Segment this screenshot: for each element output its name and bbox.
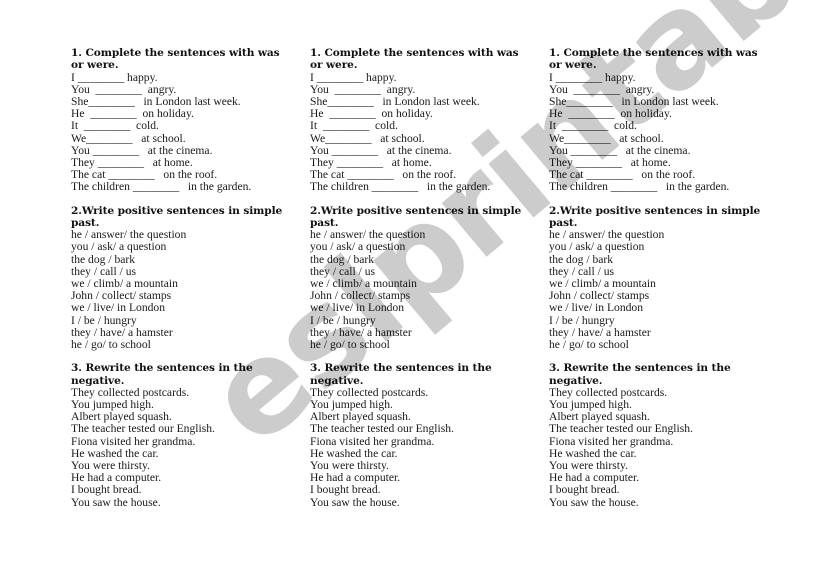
exercise-line: I / be / hungry [310,313,376,327]
exercise-line: we / live/ in London [310,301,405,315]
exercise-line: It ________ cold. [549,119,637,133]
exercise-line: we / live/ in London [71,301,166,315]
section-heading: 3. Rewrite the sentences in the negative… [310,362,492,387]
section-positive-simple-past: 2.Write positive sentences in simple pas… [71,205,286,352]
exercise-line: You saw the house. [549,495,639,509]
exercise-line: I / be / hungry [71,313,137,327]
exercise-line: You saw the house. [310,495,400,509]
exercise-lines: They collected postcards. You jumped hig… [310,386,525,509]
section-heading: 1. Complete the sentences with was or we… [549,47,758,72]
exercise-line: you / ask/ a question [549,240,645,254]
exercise-lines: They collected postcards. You jumped hig… [71,386,286,509]
exercise-line: he / go/ to school [549,338,629,352]
exercise-line: he / go/ to school [71,338,151,352]
exercise-line: I bought bread. [71,483,142,497]
exercise-lines: They collected postcards. You jumped hig… [549,386,764,509]
exercise-line: We________ at school. [71,131,186,145]
exercise-line: the dog / bark [310,252,375,266]
exercise-line: I / be / hungry [549,313,615,327]
section-heading: 2.Write positive sentences in simple pas… [549,204,761,229]
worksheet-column-2: 1. Complete the sentences with was or we… [310,47,525,509]
exercise-line: The children ________ in the garden. [310,180,491,194]
section-rewrite-negative: 3. Rewrite the sentences in the negative… [549,362,764,509]
exercise-line: I ________ happy. [549,70,636,84]
exercise-line: We________ at school. [310,131,425,145]
exercise-lines: I ________ happy. You ________ angry. Sh… [310,70,525,194]
section-heading: 3. Rewrite the sentences in the negative… [549,362,731,387]
worksheet-column-1: 1. Complete the sentences with was or we… [71,47,286,509]
exercise-line: the dog / bark [71,252,136,266]
exercise-line: he / go/ to school [310,338,390,352]
exercise-line: you / ask/ a question [71,240,167,254]
section-positive-simple-past: 2.Write positive sentences in simple pas… [549,205,764,352]
exercise-line: The children ________ in the garden. [549,180,730,194]
exercise-line: we / live/ in London [549,301,644,315]
exercise-lines: he / answer/ the question you / ask/ a q… [71,229,286,351]
exercise-line: the dog / bark [549,252,614,266]
worksheet-column-3: 1. Complete the sentences with was or we… [549,47,764,509]
exercise-line: I ________ happy. [310,70,397,84]
section-heading: 1. Complete the sentences with was or we… [71,47,280,72]
section-heading: 1. Complete the sentences with was or we… [310,47,519,72]
exercise-line: It ________ cold. [310,119,398,133]
exercise-lines: I ________ happy. You ________ angry. Sh… [549,70,764,194]
exercise-lines: he / answer/ the question you / ask/ a q… [310,229,525,351]
section-heading: 2.Write positive sentences in simple pas… [310,204,522,229]
section-rewrite-negative: 3. Rewrite the sentences in the negative… [310,362,525,509]
exercise-lines: he / answer/ the question you / ask/ a q… [549,229,764,351]
section-complete-was-were: 1. Complete the sentences with was or we… [310,47,525,194]
section-heading: 2.Write positive sentences in simple pas… [71,204,283,229]
section-complete-was-were: 1. Complete the sentences with was or we… [549,47,764,194]
exercise-line: I bought bread. [310,483,381,497]
exercise-line: I ________ happy. [71,70,158,84]
exercise-line: It ________ cold. [71,119,159,133]
section-heading: 3. Rewrite the sentences in the negative… [71,362,253,387]
section-positive-simple-past: 2.Write positive sentences in simple pas… [310,205,525,352]
worksheet-page: eslprintables.com 1. Complete the senten… [0,0,821,581]
exercise-line: you / ask/ a question [310,240,406,254]
exercise-line: The children ________ in the garden. [71,180,252,194]
exercise-line: We________ at school. [549,131,664,145]
section-complete-was-were: 1. Complete the sentences with was or we… [71,47,286,194]
exercise-line: The teacher tested our English. [549,422,693,436]
exercise-line: You saw the house. [71,495,161,509]
exercise-line: The teacher tested our English. [310,422,454,436]
exercise-lines: I ________ happy. You ________ angry. Sh… [71,70,286,194]
exercise-line: I bought bread. [549,483,620,497]
section-rewrite-negative: 3. Rewrite the sentences in the negative… [71,362,286,509]
exercise-line: The teacher tested our English. [71,422,215,436]
